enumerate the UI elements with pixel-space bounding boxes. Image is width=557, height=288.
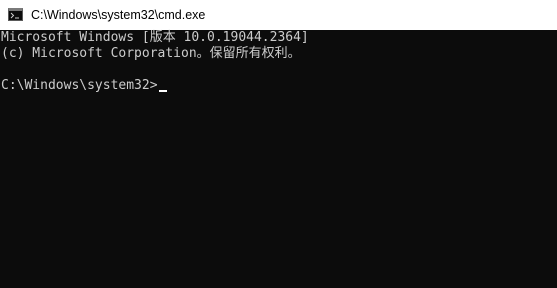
- cmd-icon: [8, 8, 23, 21]
- title-bar[interactable]: C:\Windows\system32\cmd.exe: [0, 0, 557, 30]
- command-prompt: C:\Windows\system32>: [1, 78, 158, 93]
- console-line: (c) Microsoft Corporation。保留所有权利。: [1, 46, 301, 61]
- cmd-window: C:\Windows\system32\cmd.exe Microsoft Wi…: [0, 0, 557, 288]
- text-cursor: [158, 90, 167, 92]
- console-line: Microsoft Windows [版本 10.0.19044.2364]: [1, 30, 309, 45]
- console-output[interactable]: Microsoft Windows [版本 10.0.19044.2364] (…: [0, 30, 557, 288]
- prompt-line[interactable]: C:\Windows\system32>: [1, 78, 557, 94]
- window-title: C:\Windows\system32\cmd.exe: [31, 8, 206, 22]
